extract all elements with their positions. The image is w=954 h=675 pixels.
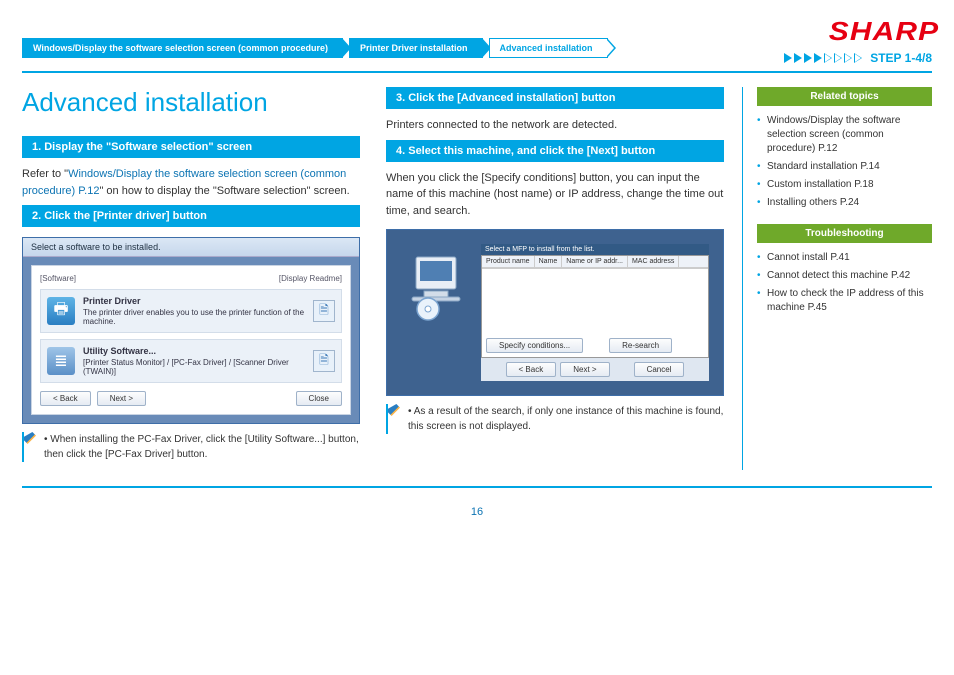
header-right: SHARP STEP 1-4/8 bbox=[784, 16, 932, 65]
ss1-item2-text: Utility Software... [Printer Status Moni… bbox=[83, 346, 305, 376]
step-label: STEP 1-4/8 bbox=[870, 51, 932, 65]
step1-bar: 1. Display the "Software selection" scre… bbox=[22, 136, 360, 158]
pencil-icon bbox=[22, 432, 36, 462]
note2-text: • As a result of the search, if only one… bbox=[408, 404, 724, 434]
readme-icon-2[interactable]: 🗎 bbox=[313, 350, 335, 372]
ss2-footer-buttons: < Back Next > Cancel bbox=[481, 358, 709, 381]
note-single-instance: • As a result of the search, if only one… bbox=[386, 404, 724, 434]
ss1-item1-text: Printer Driver The printer driver enable… bbox=[83, 296, 305, 326]
ss1-label-software: [Software] bbox=[40, 274, 76, 283]
ss2-columns: Product name Name Name or IP addr... MAC… bbox=[482, 256, 708, 268]
step-indicator: STEP 1-4/8 bbox=[784, 51, 932, 65]
related-item[interactable]: Standard installation P.14 bbox=[757, 160, 932, 174]
pencil-icon-2 bbox=[386, 404, 400, 434]
screenshot-software-selection: Select a software to be installed. [Soft… bbox=[22, 237, 360, 424]
ss1-header-row: [Software] [Display Readme] bbox=[40, 274, 342, 283]
breadcrumb-item-2[interactable]: Printer Driver installation bbox=[349, 38, 483, 58]
ss1-close-button[interactable]: Close bbox=[296, 391, 342, 406]
right-column: 3. Click the [Advanced installation] but… bbox=[386, 87, 724, 470]
note-pcfax: • When installing the PC-Fax Driver, cli… bbox=[22, 432, 360, 462]
ss2-col-ip: Name or IP addr... bbox=[562, 256, 628, 267]
step4-desc: When you click the [Specify conditions] … bbox=[386, 170, 724, 220]
troubleshooting-head: Troubleshooting bbox=[757, 224, 932, 243]
breadcrumb-item-3[interactable]: Advanced installation bbox=[489, 38, 608, 58]
computer-cd-icon bbox=[401, 244, 471, 328]
page-number: 16 bbox=[22, 506, 932, 518]
ss1-buttons: < Back Next > Close bbox=[40, 391, 342, 406]
top-divider bbox=[22, 71, 932, 73]
ss2-body: Select a MFP to install from the list. P… bbox=[387, 230, 723, 395]
ss2-conditions-button[interactable]: Specify conditions... bbox=[486, 338, 583, 353]
related-item[interactable]: Custom installation P.18 bbox=[757, 178, 932, 192]
ss2-back-button[interactable]: < Back bbox=[506, 362, 557, 377]
ss1-item2-desc: [Printer Status Monitor] / [PC-Fax Drive… bbox=[83, 358, 289, 376]
page: Windows/Display the software selection s… bbox=[0, 0, 954, 528]
sharp-logo: SHARP bbox=[829, 16, 939, 47]
ss1-body: [Software] [Display Readme] 🖶 Printer Dr… bbox=[31, 265, 351, 415]
ss1-item1-desc: The printer driver enables you to use th… bbox=[83, 308, 304, 326]
ss2-next-button[interactable]: Next > bbox=[560, 362, 609, 377]
trouble-item[interactable]: How to check the IP address of this mach… bbox=[757, 287, 932, 315]
progress-arrows bbox=[784, 53, 862, 63]
ss1-title: Select a software to be installed. bbox=[23, 238, 359, 257]
main-content: Advanced installation 1. Display the "So… bbox=[22, 87, 932, 470]
screenshot-network-detect: Select a MFP to install from the list. P… bbox=[386, 229, 724, 396]
ss2-search-buttons: Specify conditions... Re-search bbox=[482, 334, 708, 357]
ss2-col-name: Name bbox=[535, 256, 563, 267]
ss2-cancel-button[interactable]: Cancel bbox=[634, 362, 685, 377]
ss1-item2-title: Utility Software... bbox=[83, 346, 305, 356]
ss2-panel: Product name Name Name or IP addr... MAC… bbox=[481, 255, 709, 358]
note1-text: • When installing the PC-Fax Driver, cli… bbox=[44, 432, 360, 462]
ss1-label-readme: [Display Readme] bbox=[279, 274, 342, 283]
trouble-item[interactable]: Cannot install P.41 bbox=[757, 251, 932, 265]
content-columns: Advanced installation 1. Display the "So… bbox=[22, 87, 724, 470]
ss1-next-button[interactable]: Next > bbox=[97, 391, 146, 406]
readme-icon[interactable]: 🗎 bbox=[313, 300, 335, 322]
printer-icon: 🖶 bbox=[47, 297, 75, 325]
ss1-item1-title: Printer Driver bbox=[83, 296, 305, 306]
troubleshooting-list: Cannot install P.41 Cannot detect this m… bbox=[757, 251, 932, 315]
header-row: Windows/Display the software selection s… bbox=[22, 16, 932, 65]
left-column: Advanced installation 1. Display the "So… bbox=[22, 87, 360, 470]
step1-text: Refer to "Windows/Display the software s… bbox=[22, 166, 360, 199]
ss2-right: Select a MFP to install from the list. P… bbox=[481, 244, 709, 381]
ss2-header: Select a MFP to install from the list. bbox=[481, 244, 709, 255]
step4-bar: 4. Select this machine, and click the [N… bbox=[386, 140, 724, 162]
ss2-empty-list bbox=[482, 268, 708, 334]
page-title: Advanced installation bbox=[22, 87, 360, 118]
breadcrumb: Windows/Display the software selection s… bbox=[22, 38, 608, 58]
step2-bar: 2. Click the [Printer driver] button bbox=[22, 205, 360, 227]
related-topics-head: Related topics bbox=[757, 87, 932, 106]
sidebar: Related topics Windows/Display the softw… bbox=[742, 87, 932, 470]
related-item[interactable]: Installing others P.24 bbox=[757, 196, 932, 210]
step1-pre: Refer to " bbox=[22, 168, 68, 180]
related-item[interactable]: Windows/Display the software selection s… bbox=[757, 114, 932, 156]
ss2-research-button[interactable]: Re-search bbox=[609, 338, 672, 353]
ss1-back-button[interactable]: < Back bbox=[40, 391, 91, 406]
bottom-divider bbox=[22, 486, 932, 488]
trouble-item[interactable]: Cannot detect this machine P.42 bbox=[757, 269, 932, 283]
step3-desc: Printers connected to the network are de… bbox=[386, 117, 724, 134]
utility-icon: ≣ bbox=[47, 347, 75, 375]
step3-bar: 3. Click the [Advanced installation] but… bbox=[386, 87, 724, 109]
ss1-item-printer-driver[interactable]: 🖶 Printer Driver The printer driver enab… bbox=[40, 289, 342, 333]
ss2-col-mac: MAC address bbox=[628, 256, 679, 267]
ss2-col-product: Product name bbox=[482, 256, 535, 267]
related-topics-list: Windows/Display the software selection s… bbox=[757, 114, 932, 210]
breadcrumb-item-1[interactable]: Windows/Display the software selection s… bbox=[22, 38, 343, 58]
ss1-item-utility[interactable]: ≣ Utility Software... [Printer Status Mo… bbox=[40, 339, 342, 383]
step1-post: " on how to display the "Software select… bbox=[99, 185, 349, 197]
